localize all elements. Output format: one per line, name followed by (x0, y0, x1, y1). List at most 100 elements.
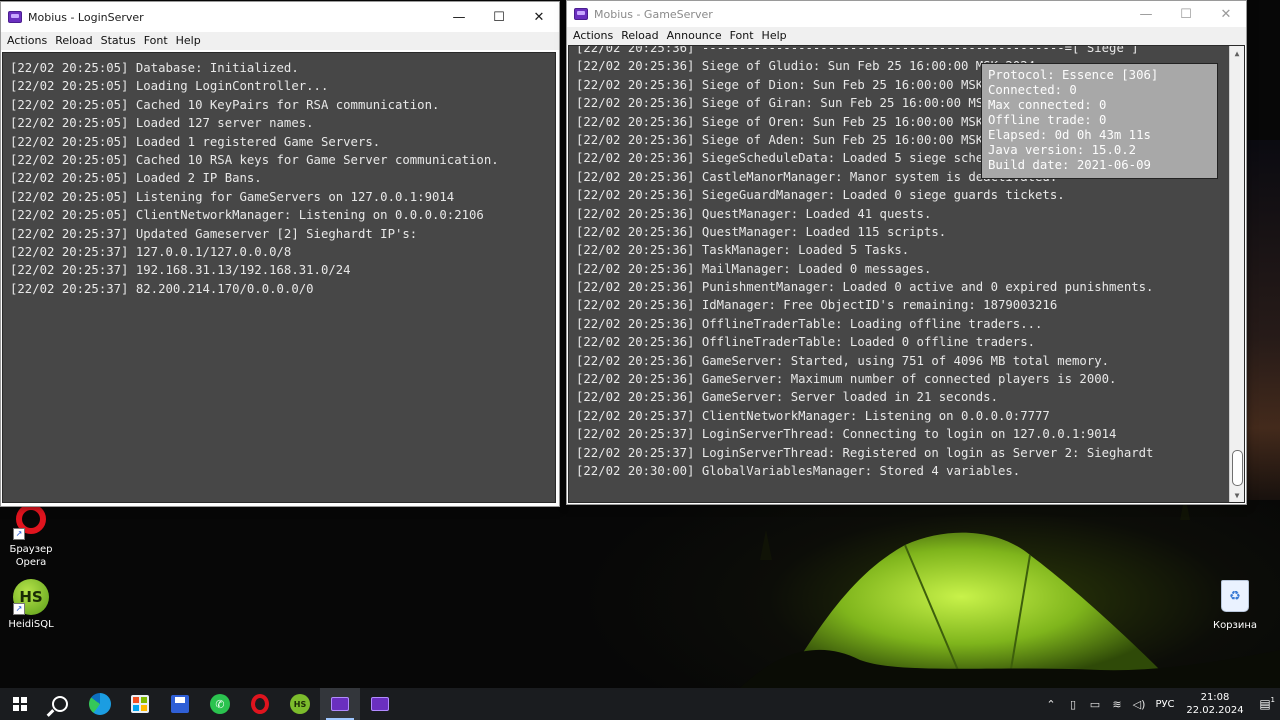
taskbar: ✆ HS ⌃ ▯ ▭ ≋ ◁) РУС 21:08 22.02.2024 ▤ 1 (0, 688, 1280, 720)
start-button[interactable] (0, 688, 40, 720)
windows-logo-icon (13, 697, 27, 711)
mobius-app-icon (331, 697, 349, 711)
log-line: [22/02 20:25:36] QuestManager: Loaded 41… (576, 206, 932, 221)
login-server-menubar: Actions Reload Status Font Help (1, 32, 559, 50)
login-server-console[interactable]: [22/02 20:25:05] Database: Initialized. … (2, 52, 556, 503)
taskbar-mobius-game[interactable] (360, 688, 400, 720)
whatsapp-icon: ✆ (210, 694, 230, 714)
scroll-down-arrow-icon[interactable]: ▼ (1230, 488, 1244, 502)
desktop-icon-opera[interactable]: ↗ Браузер Opera (1, 504, 61, 569)
close-button[interactable]: ✕ (1206, 1, 1246, 27)
log-line: [22/02 20:25:37] 127.0.0.1/127.0.0.0/8 (10, 244, 292, 259)
shortcut-arrow-icon: ↗ (13, 528, 25, 540)
desktop-icon-recycle-bin[interactable]: ♻ Корзина (1205, 580, 1265, 632)
menu-status[interactable]: Status (97, 32, 140, 50)
info-java-version: Java version: 15.0.2 (988, 143, 1137, 157)
store-icon (131, 695, 149, 713)
log-line: [22/02 20:25:37] 192.168.31.13/192.168.3… (10, 263, 351, 278)
log-line: [22/02 20:25:05] ClientNetworkManager: L… (10, 208, 484, 223)
menu-announce[interactable]: Announce (663, 27, 726, 45)
taskbar-heidisql[interactable]: HS (280, 688, 320, 720)
input-language[interactable]: РУС (1150, 699, 1180, 710)
log-line: [22/02 20:25:05] Loaded 127 server names… (10, 116, 314, 131)
menu-actions[interactable]: Actions (569, 27, 617, 45)
log-line: [22/02 20:25:36] SiegeGuardManager: Load… (576, 188, 1065, 203)
scroll-thumb[interactable] (1232, 450, 1243, 486)
system-tray: ⌃ ▯ ▭ ≋ ◁) РУС 21:08 22.02.2024 ▤ 1 (1040, 688, 1280, 720)
menu-font[interactable]: Font (140, 32, 172, 50)
desktop-icon-heidisql[interactable]: HS ↗ HeidiSQL (1, 579, 61, 631)
login-server-title: Mobius - LoginServer (28, 10, 144, 24)
menu-help[interactable]: Help (758, 27, 791, 45)
taskbar-save-app[interactable] (160, 688, 200, 720)
log-line: [22/02 20:30:00] GlobalVariablesManager:… (576, 463, 1021, 478)
log-line: [22/02 20:25:05] Listening for GameServe… (10, 189, 455, 204)
clock-date: 22.02.2024 (1186, 705, 1244, 716)
log-line: [22/02 20:25:05] Cached 10 KeyPairs for … (10, 97, 440, 112)
login-server-window[interactable]: Mobius - LoginServer — ☐ ✕ Actions Reloa… (0, 1, 560, 507)
log-line: [22/02 20:25:05] Loaded 2 IP Bans. (10, 171, 262, 186)
log-line: [22/02 20:25:05] Loaded 1 registered Gam… (10, 134, 381, 149)
log-line: [22/02 20:25:05] Database: Initialized. (10, 61, 299, 75)
maximize-button[interactable]: ☐ (1166, 1, 1206, 27)
taskbar-opera[interactable] (240, 688, 280, 720)
login-server-titlebar[interactable]: Mobius - LoginServer — ☐ ✕ (1, 2, 559, 32)
search-button[interactable] (40, 688, 80, 720)
clock[interactable]: 21:08 22.02.2024 (1180, 691, 1250, 717)
minimize-button[interactable]: — (439, 2, 479, 32)
desktop-icon-recycle-bin-label: Корзина (1212, 620, 1258, 631)
game-console-scrollbar[interactable]: ▲ ▼ (1229, 46, 1244, 502)
log-line: [22/02 20:25:36] GameServer: Maximum num… (576, 372, 1117, 387)
close-button[interactable]: ✕ (519, 2, 559, 32)
mobius-app-icon (574, 8, 588, 20)
device-icon[interactable]: ▯ (1062, 698, 1084, 711)
game-server-titlebar[interactable]: Mobius - GameServer — ☐ ✕ (567, 1, 1246, 27)
volume-icon[interactable]: ◁) (1128, 698, 1150, 711)
info-protocol: Protocol: Essence [306] (988, 68, 1159, 82)
battery-icon[interactable]: ▭ (1084, 698, 1106, 711)
desktop-icon-heidisql-label: HeidiSQL (8, 619, 54, 630)
menu-actions[interactable]: Actions (3, 32, 51, 50)
menu-reload[interactable]: Reload (51, 32, 96, 50)
server-info-panel: Protocol: Essence [306] Connected: 0 Max… (981, 63, 1218, 179)
search-icon (52, 696, 68, 712)
log-line: [22/02 20:25:36] QuestManager: Loaded 11… (576, 224, 947, 239)
log-line: [22/02 20:25:36] GameServer: Server load… (576, 390, 998, 405)
log-line: [22/02 20:25:36] -----------------------… (576, 45, 1139, 55)
info-offline-trade: Offline trade: 0 (988, 113, 1107, 127)
log-line: [22/02 20:25:05] Loading LoginController… (10, 79, 329, 94)
log-line: [22/02 20:25:37] ClientNetworkManager: L… (576, 408, 1050, 423)
notification-center-button[interactable]: ▤ 1 (1250, 696, 1280, 711)
notification-icon: ▤ (1259, 697, 1271, 711)
opera-icon: ↗ (13, 504, 49, 540)
taskbar-edge[interactable] (80, 688, 120, 720)
log-line: [22/02 20:25:36] OfflineTraderTable: Loa… (576, 316, 1043, 331)
game-server-title: Mobius - GameServer (594, 7, 713, 21)
log-line: [22/02 20:25:36] TaskManager: Loaded 5 T… (576, 243, 910, 258)
edge-browser-icon (89, 693, 111, 715)
recycle-bin-icon: ♻ (1217, 580, 1253, 616)
game-server-menubar: Actions Reload Announce Font Help (567, 27, 1246, 45)
menu-help[interactable]: Help (172, 32, 205, 50)
opera-icon (251, 694, 269, 714)
scroll-up-arrow-icon[interactable]: ▲ (1230, 46, 1244, 60)
log-line: [22/02 20:25:37] Updated Gameserver [2] … (10, 226, 418, 241)
menu-reload[interactable]: Reload (617, 27, 662, 45)
chevron-up-icon[interactable]: ⌃ (1040, 698, 1062, 711)
floppy-disk-icon (171, 695, 189, 713)
desktop-icon-opera-label: Браузер Opera (9, 544, 53, 568)
notification-count: 1 (1270, 696, 1275, 704)
info-connected: Connected: 0 (988, 83, 1077, 97)
taskbar-store[interactable] (120, 688, 160, 720)
taskbar-mobius-login[interactable] (320, 688, 360, 720)
wifi-icon[interactable]: ≋ (1106, 698, 1128, 711)
mobius-app-icon (8, 11, 22, 23)
minimize-button[interactable]: — (1126, 1, 1166, 27)
log-line: [22/02 20:25:36] OfflineTraderTable: Loa… (576, 335, 1036, 350)
taskbar-whatsapp[interactable]: ✆ (200, 688, 240, 720)
shortcut-arrow-icon: ↗ (13, 603, 25, 615)
menu-font[interactable]: Font (726, 27, 758, 45)
clock-time: 21:08 (1200, 692, 1230, 703)
log-line: [22/02 20:25:05] Cached 10 RSA keys for … (10, 152, 499, 167)
maximize-button[interactable]: ☐ (479, 2, 519, 32)
